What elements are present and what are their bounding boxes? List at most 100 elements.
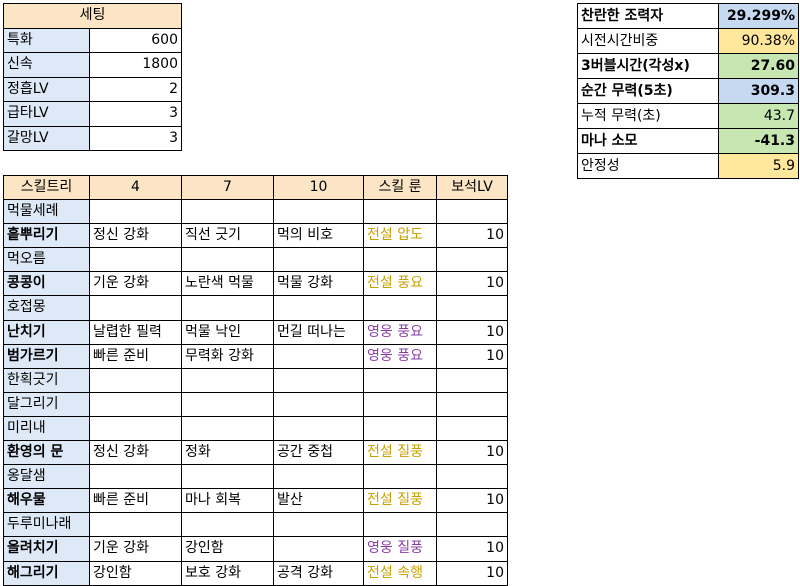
- tripod-7-cell[interactable]: [181, 367, 274, 393]
- stats-value-cell[interactable]: 27.60: [718, 53, 799, 79]
- tripod-10-cell[interactable]: [273, 464, 364, 490]
- tripod-4-cell[interactable]: [89, 199, 182, 225]
- skill-tree-header-cell[interactable]: 스킬 룬: [363, 174, 437, 201]
- tripod-7-cell[interactable]: [181, 464, 274, 490]
- tripod-10-cell[interactable]: 공격 강화: [273, 560, 364, 586]
- stats-label-cell[interactable]: 순간 무력(5초): [577, 78, 719, 104]
- skill-name-cell[interactable]: 먹오름: [3, 247, 90, 273]
- skill-name-cell[interactable]: 환영의 문: [3, 440, 90, 466]
- tripod-7-cell[interactable]: 마나 회복: [181, 488, 274, 514]
- skill-name-cell[interactable]: 범가르기: [3, 343, 90, 369]
- gem-level-cell[interactable]: 10: [436, 560, 508, 586]
- skill-rune-cell[interactable]: [363, 391, 437, 417]
- tripod-4-cell[interactable]: [89, 295, 182, 321]
- tripod-4-cell[interactable]: 기운 강화: [89, 271, 182, 297]
- gem-level-cell[interactable]: 10: [436, 271, 508, 297]
- tripod-10-cell[interactable]: 먼길 떠나는: [273, 319, 364, 345]
- tripod-10-cell[interactable]: [273, 247, 364, 273]
- tripod-4-cell[interactable]: [89, 464, 182, 490]
- settings-value-cell[interactable]: 600: [89, 27, 182, 53]
- tripod-10-cell[interactable]: [273, 367, 364, 393]
- skill-rune-cell[interactable]: 전설 풍요: [363, 271, 437, 297]
- skill-rune-cell[interactable]: 영웅 풍요: [363, 319, 437, 345]
- skill-rune-cell[interactable]: 전설 질풍: [363, 440, 437, 466]
- tripod-4-cell[interactable]: [89, 415, 182, 442]
- skill-name-cell[interactable]: 호접몽: [3, 295, 90, 321]
- skill-name-cell[interactable]: 콩콩이: [3, 271, 90, 297]
- tripod-7-cell[interactable]: 정화: [181, 440, 274, 466]
- skill-rune-cell[interactable]: [363, 415, 437, 442]
- gem-level-cell[interactable]: [436, 199, 508, 225]
- skill-name-cell[interactable]: 먹물세례: [3, 199, 90, 225]
- skill-rune-cell[interactable]: [363, 512, 437, 538]
- tripod-4-cell[interactable]: 기운 강화: [89, 536, 182, 562]
- tripod-4-cell[interactable]: 정신 강화: [89, 223, 182, 249]
- stats-label-cell[interactable]: 시전시간비중: [577, 28, 719, 54]
- skill-name-cell[interactable]: 해우물: [3, 488, 90, 514]
- tripod-7-cell[interactable]: [181, 247, 274, 273]
- tripod-10-cell[interactable]: [273, 295, 364, 321]
- settings-value-cell[interactable]: 3: [89, 101, 182, 127]
- stats-label-cell[interactable]: 안정성: [577, 153, 719, 179]
- tripod-10-cell[interactable]: [273, 415, 364, 442]
- stats-value-cell[interactable]: 309.3: [718, 78, 799, 104]
- skill-rune-cell[interactable]: 영웅 질풍: [363, 536, 437, 562]
- skill-rune-cell[interactable]: [363, 199, 437, 225]
- stats-value-cell[interactable]: 90.38%: [718, 28, 799, 54]
- tripod-10-cell[interactable]: 먹의 비호: [273, 223, 364, 249]
- gem-level-cell[interactable]: [436, 391, 508, 417]
- gem-level-cell[interactable]: [436, 415, 508, 442]
- skill-rune-cell[interactable]: [363, 464, 437, 490]
- stats-value-cell[interactable]: 5.9: [718, 153, 799, 179]
- stats-label-cell[interactable]: 찬란한 조력자: [577, 3, 719, 29]
- gem-level-cell[interactable]: 10: [436, 319, 508, 345]
- tripod-4-cell[interactable]: 빠른 준비: [89, 488, 182, 514]
- tripod-10-cell[interactable]: [273, 391, 364, 417]
- gem-level-cell[interactable]: 10: [436, 223, 508, 249]
- settings-title[interactable]: 세팅: [3, 3, 182, 29]
- tripod-4-cell[interactable]: 정신 강화: [89, 440, 182, 466]
- settings-value-cell[interactable]: 1800: [89, 52, 182, 78]
- skill-name-cell[interactable]: 흩뿌리기: [3, 223, 90, 249]
- gem-level-cell[interactable]: 10: [436, 440, 508, 466]
- tripod-10-cell[interactable]: 발산: [273, 488, 364, 514]
- tripod-7-cell[interactable]: 보호 강화: [181, 560, 274, 586]
- gem-level-cell[interactable]: 10: [436, 488, 508, 514]
- stats-value-cell[interactable]: 43.7: [718, 103, 799, 129]
- settings-value-cell[interactable]: 3: [89, 125, 182, 151]
- settings-label-cell[interactable]: 특화: [3, 27, 90, 53]
- stats-label-cell[interactable]: 마나 소모: [577, 128, 719, 154]
- skill-name-cell[interactable]: 난치기: [3, 319, 90, 345]
- tripod-4-cell[interactable]: 날렵한 필력: [89, 319, 182, 345]
- skill-rune-cell[interactable]: [363, 367, 437, 393]
- tripod-10-cell[interactable]: [273, 536, 364, 562]
- tripod-10-cell[interactable]: [273, 512, 364, 538]
- gem-level-cell[interactable]: 10: [436, 343, 508, 369]
- gem-level-cell[interactable]: [436, 464, 508, 490]
- tripod-7-cell[interactable]: 강인함: [181, 536, 274, 562]
- stats-label-cell[interactable]: 3버블시간(각성x): [577, 53, 719, 79]
- skill-name-cell[interactable]: 두루미나래: [3, 512, 90, 538]
- tripod-7-cell[interactable]: 노란색 먹물: [181, 271, 274, 297]
- skill-rune-cell[interactable]: 전설 속행: [363, 560, 437, 586]
- tripod-10-cell[interactable]: [273, 343, 364, 369]
- settings-label-cell[interactable]: 급타LV: [3, 101, 90, 127]
- skill-rune-cell[interactable]: 영웅 풍요: [363, 343, 437, 369]
- skill-name-cell[interactable]: 한획긋기: [3, 367, 90, 393]
- gem-level-cell[interactable]: 10: [436, 536, 508, 562]
- skill-name-cell[interactable]: 미리내: [3, 415, 90, 442]
- gem-level-cell[interactable]: [436, 295, 508, 321]
- tripod-7-cell[interactable]: [181, 295, 274, 321]
- gem-level-cell[interactable]: [436, 512, 508, 538]
- tripod-7-cell[interactable]: [181, 512, 274, 538]
- settings-value-cell[interactable]: 2: [89, 76, 182, 102]
- tripod-7-cell[interactable]: [181, 415, 274, 442]
- stats-label-cell[interactable]: 누적 무력(초): [577, 103, 719, 129]
- skill-name-cell[interactable]: 올려치기: [3, 536, 90, 562]
- settings-label-cell[interactable]: 신속: [3, 52, 90, 78]
- tripod-7-cell[interactable]: 직선 긋기: [181, 223, 274, 249]
- tripod-10-cell[interactable]: 먹물 강화: [273, 271, 364, 297]
- tripod-7-cell[interactable]: [181, 391, 274, 417]
- tripod-4-cell[interactable]: [89, 512, 182, 538]
- skill-name-cell[interactable]: 해그리기: [3, 560, 90, 586]
